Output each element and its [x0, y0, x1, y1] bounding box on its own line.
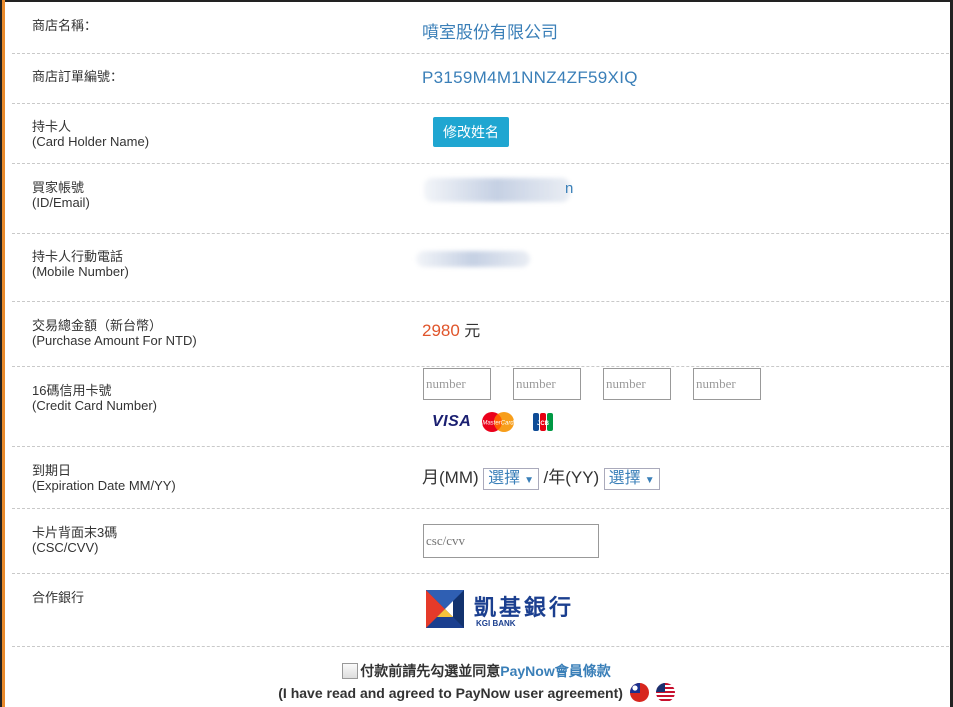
edit-name-button[interactable]: 修改姓名: [433, 117, 509, 147]
card-holder-row: 持卡人 (Card Holder Name) 修改姓名: [12, 103, 949, 164]
credit-card-row: 16碼信用卡號 (Credit Card Number) VISA Master…: [12, 366, 949, 447]
card-number-group: [423, 368, 783, 402]
expiry-row: 到期日 (Expiration Date MM/YY) 月(MM) 選擇 ▼ /年…: [12, 446, 949, 509]
bank-name-en: KGI BANK: [476, 619, 516, 628]
expiry-label-zh: 到期日: [32, 463, 72, 478]
card-number-input-1[interactable]: [423, 368, 491, 400]
mobile-redacted: [416, 251, 530, 267]
kgi-bank-logo: 凱基銀行 KGI BANK: [426, 590, 596, 630]
card-number-input-2[interactable]: [513, 368, 581, 400]
visa-logo-icon: VISA: [432, 413, 472, 430]
csc-label: 卡片背面末3碼 (CSC/CVV): [32, 525, 117, 555]
usa-flag-icon[interactable]: [655, 683, 675, 702]
bank-row: 合作銀行 凱基銀行 KGI BANK: [12, 573, 949, 647]
buyer-account-tail: n: [565, 180, 574, 197]
csc-label-zh: 卡片背面末3碼: [32, 525, 118, 540]
expiry-year-select[interactable]: 選擇 ▼: [603, 467, 660, 490]
order-number-label: 商店訂單編號：: [32, 69, 124, 84]
buyer-account-label-zh: 買家帳號: [32, 180, 85, 195]
card-holder-label-zh: 持卡人: [32, 119, 72, 134]
amount-label: 交易總金額（新台幣） (Purchase Amount For NTD): [32, 318, 197, 348]
paynow-terms-link[interactable]: PayNow會員條款: [500, 663, 610, 679]
amount-unit: 元: [464, 323, 481, 340]
expiry-label-en: (Expiration Date MM/YY): [32, 478, 176, 493]
expiry-label: 到期日 (Expiration Date MM/YY): [32, 463, 176, 493]
svg-text:JCB: JCB: [537, 421, 550, 427]
mobile-row: 持卡人行動電話 (Mobile Number): [12, 233, 949, 302]
expiry-controls: 月(MM) 選擇 ▼ /年(YY) 選擇 ▼: [422, 463, 660, 490]
chevron-down-icon: ▼: [644, 474, 655, 486]
mobile-label-en: (Mobile Number): [32, 264, 129, 279]
buyer-account-redacted: [424, 178, 570, 202]
credit-card-label-en: (Credit Card Number): [32, 398, 157, 413]
amount-label-zh: 交易總金額（新台幣）: [32, 318, 163, 333]
expiry-year-select-value: 選擇: [608, 469, 641, 487]
agreement-checkbox[interactable]: [342, 663, 359, 679]
bank-label: 合作銀行: [32, 590, 85, 605]
agreement-text-en: (I have read and agreed to PayNow user a…: [278, 685, 623, 701]
csc-row: 卡片背面末3碼 (CSC/CVV): [12, 508, 949, 574]
window-frame-left: [0, 0, 5, 707]
agreement-text-zh: 付款前請先勾選並同意: [360, 663, 501, 679]
buyer-account-label: 買家帳號 (ID/Email): [32, 180, 90, 210]
card-holder-label: 持卡人 (Card Holder Name): [32, 119, 149, 149]
chevron-down-icon: ▼: [524, 474, 535, 486]
mobile-label: 持卡人行動電話 (Mobile Number): [32, 249, 129, 279]
bank-name-zh: 凱基銀行: [474, 595, 575, 620]
svg-text:MasterCard: MasterCard: [482, 421, 514, 427]
order-number-row: 商店訂單編號： P3159M4M1NNZ4ZF59XIQ: [12, 53, 949, 104]
card-brand-logos: VISA MasterCard JCB: [432, 411, 562, 433]
jcb-logo-icon: JCB: [533, 413, 553, 431]
expiry-year-label: 年(YY): [548, 468, 600, 487]
csc-input[interactable]: [423, 524, 599, 558]
buyer-account-row: 買家帳號 (ID/Email) n: [12, 163, 949, 234]
taiwan-flag-icon[interactable]: [629, 683, 649, 702]
csc-label-en: (CSC/CVV): [32, 540, 99, 555]
card-holder-label-en: (Card Holder Name): [32, 134, 150, 149]
amount-value: 2980 元: [422, 317, 480, 341]
credit-card-label-zh: 16碼信用卡號: [32, 383, 112, 398]
agreement-line-en: (I have read and agreed to PayNow user a…: [0, 683, 953, 702]
mastercard-logo-icon: MasterCard: [482, 412, 514, 432]
store-name-label: 商店名稱：: [32, 18, 98, 33]
store-name-value: 噴室股份有限公司: [422, 23, 558, 42]
amount-row: 交易總金額（新台幣） (Purchase Amount For NTD) 298…: [12, 301, 949, 367]
card-number-input-3[interactable]: [603, 368, 671, 400]
order-number-value: P3159M4M1NNZ4ZF59XIQ: [422, 68, 638, 87]
mobile-label-zh: 持卡人行動電話: [32, 249, 124, 264]
expiry-month-select-value: 選擇: [488, 469, 521, 487]
expiry-month-label: 月(MM): [422, 468, 479, 487]
card-number-input-4[interactable]: [693, 368, 761, 400]
expiry-month-select[interactable]: 選擇 ▼: [483, 467, 540, 490]
agreement-line-zh: 付款前請先勾選並同意PayNow會員條款: [0, 661, 953, 681]
credit-card-label: 16碼信用卡號 (Credit Card Number): [32, 383, 157, 413]
amount-label-en: (Purchase Amount For NTD): [32, 333, 197, 348]
buyer-account-label-en: (ID/Email): [32, 195, 90, 210]
store-name-row: 商店名稱： 噴室股份有限公司: [12, 2, 949, 54]
kgi-bank-emblem-icon: [426, 590, 464, 628]
amount-number: 2980: [422, 321, 460, 340]
